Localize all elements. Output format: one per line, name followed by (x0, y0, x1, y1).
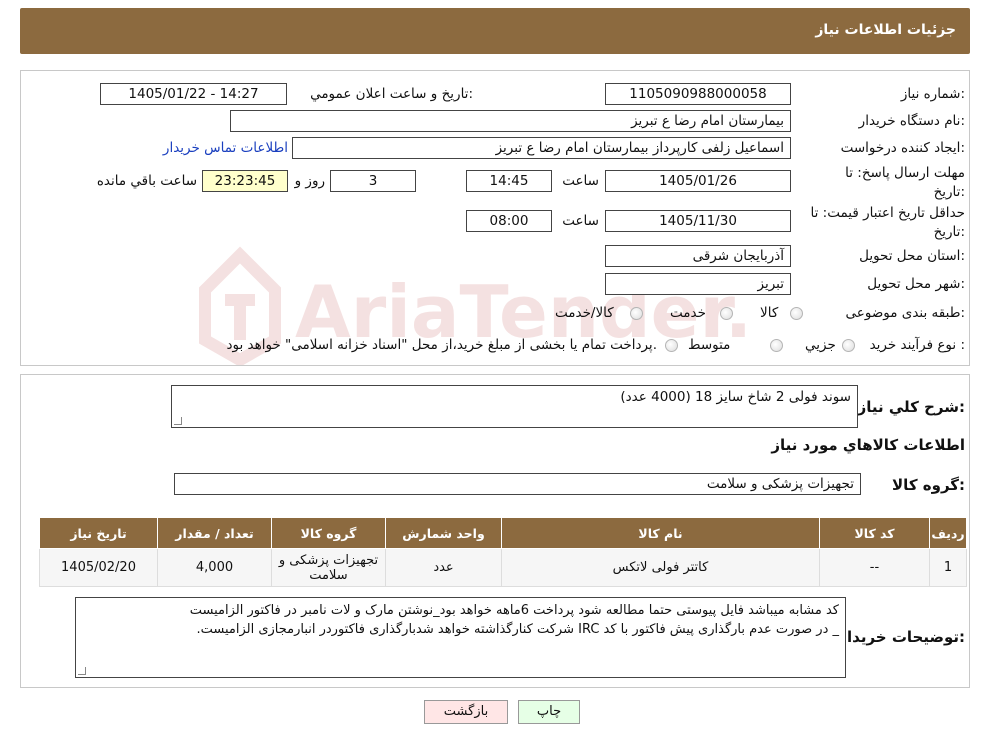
cell-row: 1 (929, 548, 967, 587)
process-label: نوع فرآيند خريد : (869, 337, 965, 353)
need-number-label: شماره نیاز: (900, 86, 965, 102)
resize-handle-icon[interactable] (78, 667, 86, 675)
remaining-label: ساعت باقي مانده (96, 173, 197, 189)
cell-name: کاتتر فولی لاتکس (501, 548, 820, 587)
page-title: جزئیات اطلاعات نیاز (815, 22, 956, 38)
remaining-time-value: 23:23:45 (202, 170, 288, 192)
buyer-notes-line-1: کد مشابه میباشد فایل پیوستی حتما مطالعه … (189, 603, 839, 618)
cell-unit: عدد (385, 548, 502, 587)
days-and-label: روز و (294, 173, 325, 189)
need-number-value: 1105090988000058 (605, 83, 791, 105)
process-treasury-radio[interactable] (665, 339, 678, 352)
deadline-time-value: 14:45 (466, 170, 552, 192)
process-medium-label: متوسط (688, 337, 731, 353)
goods-info-heading: اطلاعات کالاهاي مورد نياز (771, 436, 965, 454)
deadline-label-2: تاريخ: (933, 184, 965, 200)
announce-datetime-value: 1405/01/22 - 14:27 (100, 83, 287, 105)
deadline-date-value: 1405/01/26 (605, 170, 791, 192)
process-small-radio[interactable] (842, 339, 855, 352)
category-service-radio[interactable] (720, 307, 733, 320)
requester-label: ايجاد کننده درخواست: (840, 140, 965, 156)
col-name-header: نام کالا (501, 517, 820, 549)
description-text: سوند فولی 2 شاخ سایز 18 (4000 عدد) (620, 389, 851, 405)
cell-group: تجهيزات پزشکی و سلامت (271, 548, 386, 587)
cell-code: -- (819, 548, 930, 587)
description-textarea[interactable]: سوند فولی 2 شاخ سایز 18 (4000 عدد) (171, 385, 858, 428)
cell-qty: 4,000 (157, 548, 272, 587)
table-row: 1 -- کاتتر فولی لاتکس عدد تجهيزات پزشکی … (39, 548, 967, 587)
price-valid-label-2: تاريخ: (933, 224, 965, 240)
requester-value: اسماعيل زلفی کارپرداز بيمارستان امام رضا… (292, 137, 791, 159)
price-valid-date-value: 1405/11/30 (605, 210, 791, 232)
goods-group-value: تجهيزات پزشکی و سلامت (174, 473, 861, 495)
category-service-label: خدمت (670, 305, 706, 321)
announce-datetime-label: تاریخ و ساعت اعلان عمومي: (310, 86, 473, 102)
category-label: طبقه بندی موضوعی: (845, 305, 965, 321)
price-valid-time-label: ساعت (562, 213, 599, 229)
province-value: آذربايجان شرقی (605, 245, 791, 267)
process-medium-radio[interactable] (770, 339, 783, 352)
buyer-notes-textarea[interactable]: کد مشابه میباشد فایل پیوستی حتما مطالعه … (75, 597, 846, 678)
description-label: شرح کلي نياز: (857, 398, 965, 416)
process-small-label: جزيي (805, 337, 836, 353)
deadline-label: مهلت ارسال پاسخ: تا (845, 165, 965, 181)
col-code-header: کد کالا (819, 517, 930, 549)
days-value: 3 (330, 170, 416, 192)
province-label: استان محل تحويل: (859, 248, 965, 264)
process-treasury-note: پرداخت تمام يا بخشی از مبلغ خريد،از محل … (226, 337, 657, 353)
col-date-header: تاريخ نياز (39, 517, 158, 549)
deadline-time-label: ساعت (562, 173, 599, 189)
cell-date: 1405/02/20 (39, 548, 158, 587)
buyer-org-label: نام دستگاه خريدار: (858, 113, 965, 129)
city-value: تبريز (605, 273, 791, 295)
category-goods-service-radio[interactable] (630, 307, 643, 320)
print-button[interactable]: چاپ (518, 700, 580, 724)
buyer-org-value: بيمارستان امام رضا ع تبريز (230, 110, 791, 132)
category-goods-label: کالا (760, 305, 779, 321)
col-row-header: رديف (929, 517, 967, 549)
col-group-header: گروه کالا (271, 517, 386, 549)
category-goods-radio[interactable] (790, 307, 803, 320)
contact-buyer-link[interactable]: اطلاعات تماس خريدار (163, 140, 288, 156)
city-label: شهر محل تحويل: (867, 276, 965, 292)
col-unit-header: واحد شمارش (385, 517, 502, 549)
table-header-row: رديف کد کالا نام کالا واحد شمارش گروه کا… (39, 517, 967, 549)
price-valid-label: حداقل تاريخ اعتبار قيمت: تا (810, 205, 965, 221)
category-goods-service-label: کالا/خدمت (555, 305, 614, 321)
resize-handle-icon[interactable] (174, 417, 182, 425)
price-valid-time-value: 08:00 (466, 210, 552, 232)
goods-table: رديف کد کالا نام کالا واحد شمارش گروه کا… (39, 517, 967, 587)
goods-group-label: گروه کالا: (892, 476, 965, 494)
page-header: جزئیات اطلاعات نیاز (20, 8, 970, 54)
back-button[interactable]: بازگشت (424, 700, 508, 724)
buyer-notes-label: توضيحات خريدار: (838, 628, 965, 646)
col-qty-header: تعداد / مقدار (157, 517, 272, 549)
buyer-notes-line-2: _ در صورت عدم بارگذاری پیش فاکتور با کد … (196, 622, 839, 637)
